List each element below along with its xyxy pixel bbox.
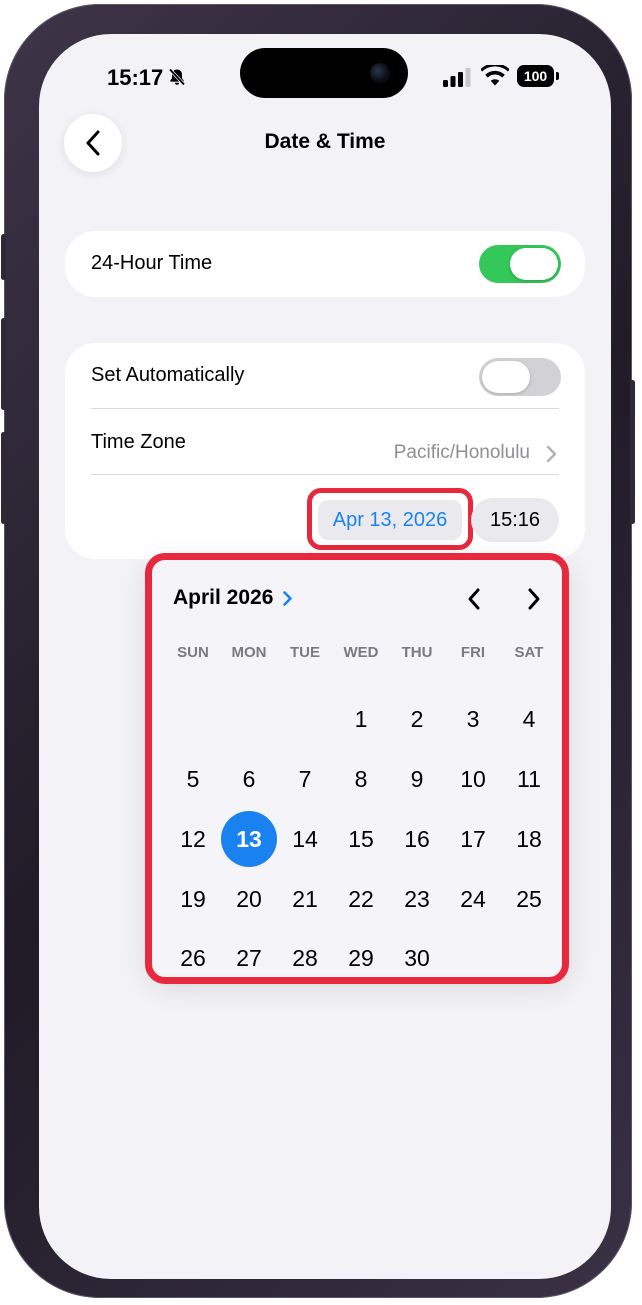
- cellular-signal-icon: [443, 68, 471, 87]
- dynamic-island: [240, 48, 408, 98]
- toggle-knob: [510, 248, 558, 280]
- calendar-day[interactable]: 1: [333, 691, 389, 747]
- calendar-day[interactable]: 29: [333, 930, 389, 986]
- month-year-label[interactable]: April 2026: [173, 586, 273, 610]
- calendar-day[interactable]: 12: [165, 811, 221, 867]
- bell-slash-icon: [168, 68, 186, 86]
- toggle-knob: [482, 361, 530, 393]
- row-separator: [91, 474, 559, 475]
- battery-indicator: 100: [517, 65, 559, 87]
- page-title: Date & Time: [264, 130, 386, 153]
- time-button[interactable]: 15:16: [471, 498, 559, 542]
- volume-down-button: [1, 432, 6, 524]
- calendar-day[interactable]: 10: [445, 751, 501, 807]
- set-automatically-label: Set Automatically: [91, 364, 245, 386]
- phone-frame: 15:17 100 Date & Time 24-Hour Time Set A…: [1, 4, 635, 1298]
- date-settings-card: Set Automatically Time Zone Pacific/Hono…: [65, 343, 585, 559]
- calendar-day[interactable]: 19: [165, 871, 221, 927]
- action-button: [1, 234, 6, 280]
- calendar-day[interactable]: 22: [333, 871, 389, 927]
- calendar-day[interactable]: 28: [277, 930, 333, 986]
- volume-up-button: [1, 318, 6, 410]
- calendar-day[interactable]: 24: [445, 871, 501, 927]
- time-zone-value: Pacific/Honolulu: [393, 442, 530, 463]
- calendar-day[interactable]: 4: [501, 691, 557, 747]
- calendar-day[interactable]: 18: [501, 811, 557, 867]
- set-automatically-toggle[interactable]: [479, 358, 561, 396]
- calendar-day[interactable]: 8: [333, 751, 389, 807]
- calendar-day[interactable]: 20: [221, 871, 277, 927]
- calendar-day[interactable]: 30: [389, 930, 445, 986]
- weekday-label: THU: [401, 644, 433, 661]
- calendar-day[interactable]: 14: [277, 811, 333, 867]
- battery-cap: [556, 72, 559, 80]
- calendar-day[interactable]: 6: [221, 751, 277, 807]
- weekday-label: SAT: [514, 644, 544, 661]
- calendar-day[interactable]: 21: [277, 871, 333, 927]
- selected-day[interactable]: 13: [221, 811, 277, 867]
- calendar-popup: April 2026 SUN MON TUE WED THU FRI SAT 1234567…: [149, 556, 567, 978]
- hour24-label: 24-Hour Time: [91, 252, 213, 274]
- calendar-day[interactable]: 3: [445, 691, 501, 747]
- previous-month-button[interactable]: [459, 584, 489, 614]
- next-month-button[interactable]: [519, 584, 549, 614]
- calendar-day[interactable]: 15: [333, 811, 389, 867]
- calendar-day[interactable]: 27: [221, 930, 277, 986]
- date-highlight-box: [307, 488, 473, 550]
- power-button: [630, 380, 635, 524]
- calendar-day[interactable]: 11: [501, 751, 557, 807]
- status-time: 15:17: [107, 65, 164, 90]
- calendar-day[interactable]: 5: [165, 751, 221, 807]
- hour24-toggle[interactable]: [479, 245, 561, 283]
- weekday-label: SUN: [177, 644, 209, 661]
- calendar-day[interactable]: 17: [445, 811, 501, 867]
- chevron-left-icon: [468, 588, 480, 610]
- calendar-day[interactable]: 25: [501, 871, 557, 927]
- calendar-day[interactable]: 9: [389, 751, 445, 807]
- weekday-label: FRI: [460, 644, 486, 661]
- weekday-label: MON: [231, 644, 267, 661]
- calendar-day[interactable]: 7: [277, 751, 333, 807]
- chevron-right-icon[interactable]: [282, 590, 293, 607]
- calendar-day[interactable]: 26: [165, 930, 221, 986]
- battery-level: 100: [517, 65, 554, 87]
- calendar-day[interactable]: 23: [389, 871, 445, 927]
- calendar-day[interactable]: 2: [389, 691, 445, 747]
- chevron-right-icon: [546, 445, 557, 463]
- chevron-right-icon: [528, 588, 540, 610]
- weekday-label: TUE: [290, 644, 320, 661]
- wifi-icon: [481, 65, 509, 86]
- calendar-day[interactable]: 16: [389, 811, 445, 867]
- camera-icon: [370, 63, 390, 83]
- weekday-label: WED: [343, 644, 379, 661]
- time-zone-label: Time Zone: [91, 431, 186, 453]
- hour24-card: 24-Hour Time: [65, 231, 585, 297]
- screen: 15:17 100 Date & Time 24-Hour Time Set A…: [39, 34, 611, 1279]
